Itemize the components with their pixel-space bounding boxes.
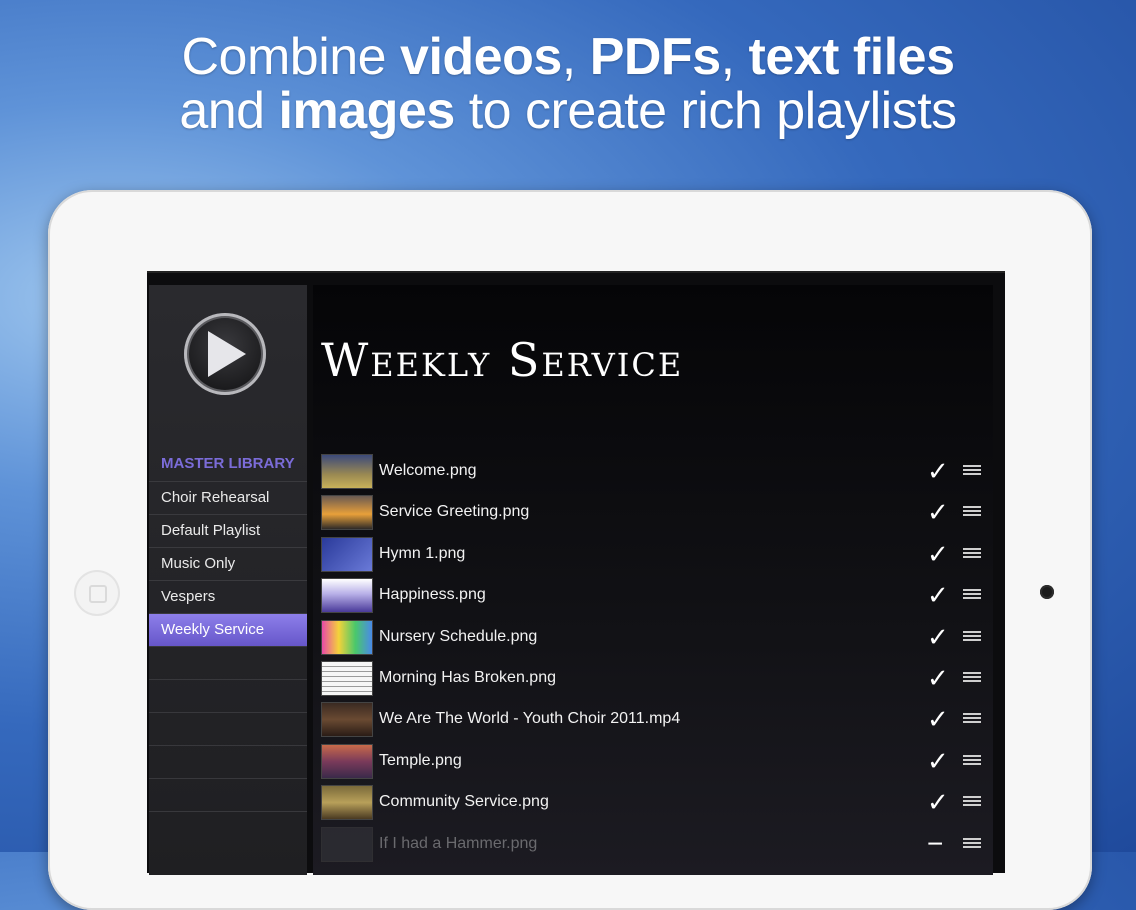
checkmark-icon[interactable]: ✓ [927, 787, 949, 817]
headline-text: , [561, 28, 590, 86]
drag-handle-icon[interactable] [963, 589, 981, 600]
item-label: Nursery Schedule.png [379, 627, 538, 645]
thumbnail-image [321, 454, 373, 489]
item-label: Hymn 1.png [379, 544, 466, 562]
item-label: Service Greeting.png [379, 503, 530, 521]
checkmark-icon[interactable]: ✓ [927, 746, 949, 776]
thumbnail-image [321, 660, 373, 696]
sidebar-empty-row [149, 646, 307, 679]
page-title: Weekly Service [321, 333, 684, 387]
checkmark-icon[interactable]: ✓ [927, 704, 949, 734]
drag-handle-icon[interactable] [963, 547, 981, 558]
headline-bold: PDFs [589, 28, 721, 86]
sidebar-empty-row [149, 745, 307, 778]
headline-bold: images [278, 82, 456, 140]
playlist-list: MASTER LIBRARY Choir Rehearsal Default P… [149, 447, 307, 844]
thumbnail-image [321, 785, 373, 821]
app-screen: MASTER LIBRARY Choir Rehearsal Default P… [147, 271, 1005, 875]
drag-handle-icon[interactable] [963, 506, 981, 517]
item-label: Welcome.png [379, 462, 477, 479]
sidebar-empty-row [149, 811, 307, 844]
item-label: Community Service.png [379, 793, 549, 811]
headline-text: to create rich playlists [454, 82, 957, 140]
headline-bold: videos [400, 28, 562, 86]
home-button-icon [89, 585, 107, 603]
sidebar-item-music-only[interactable]: Music Only [149, 547, 307, 580]
thumbnail-image [321, 578, 373, 614]
list-item[interactable]: Temple.png ✓ [321, 740, 983, 781]
playlist-panel: Weekly Service Welcome.png ✓ Service Gre… [313, 285, 993, 875]
sidebar-empty-row [149, 778, 307, 811]
checkmark-icon[interactable]: ✓ [927, 580, 949, 610]
list-item[interactable]: Welcome.png ✓ [321, 450, 983, 491]
drag-handle-icon[interactable] [963, 465, 981, 475]
list-item[interactable]: If I had a Hammer.png − [321, 823, 983, 864]
drag-handle-icon[interactable] [963, 713, 981, 724]
sidebar-empty-row [149, 712, 307, 745]
headline-line-1: Combine videos, PDFs, text files [0, 30, 1136, 84]
camera-icon [1040, 585, 1054, 599]
checkmark-icon[interactable]: ✓ [927, 456, 949, 486]
thumbnail-image [321, 495, 373, 531]
item-label: Morning Has Broken.png [379, 668, 556, 686]
headline-text: and [179, 82, 279, 140]
list-item[interactable]: Community Service.png ✓ [321, 781, 983, 822]
headline-text: , [720, 28, 749, 86]
list-item[interactable]: We Are The World - Youth Choir 2011.mp4 … [321, 698, 983, 739]
playlist-items: Welcome.png ✓ Service Greeting.png ✓ Hym… [321, 450, 983, 864]
drag-handle-icon[interactable] [963, 754, 981, 765]
headline-text: Combine [181, 28, 401, 86]
list-item[interactable]: Hymn 1.png ✓ [321, 533, 983, 574]
thumbnail-image [321, 702, 373, 738]
sidebar-empty-row [149, 679, 307, 712]
item-label: We Are The World - Youth Choir 2011.mp4 [379, 710, 681, 728]
checkmark-icon[interactable]: ✓ [927, 663, 949, 693]
drag-handle-icon[interactable] [963, 630, 981, 641]
sidebar-item-choir-rehearsal[interactable]: Choir Rehearsal [149, 481, 307, 514]
item-label: If I had a Hammer.png [379, 834, 538, 852]
headline: Combine videos, PDFs, text files and ima… [0, 30, 1136, 138]
checkmark-icon[interactable]: ✓ [927, 497, 949, 527]
list-item[interactable]: Nursery Schedule.png ✓ [321, 616, 983, 657]
sidebar: MASTER LIBRARY Choir Rehearsal Default P… [149, 285, 307, 875]
item-label: Happiness.png [379, 586, 486, 604]
list-item[interactable]: Morning Has Broken.png ✓ [321, 657, 983, 698]
item-label: Temple.png [379, 751, 462, 769]
home-button[interactable] [74, 570, 120, 616]
thumbnail-image [321, 536, 373, 572]
play-triangle-icon [208, 331, 246, 377]
headline-bold: text files [748, 28, 955, 86]
play-circle-icon [184, 313, 266, 395]
sidebar-header-master-library[interactable]: MASTER LIBRARY [149, 447, 307, 481]
sidebar-item-vespers[interactable]: Vespers [149, 580, 307, 613]
sidebar-item-weekly-service[interactable]: Weekly Service [149, 613, 307, 646]
list-item[interactable]: Happiness.png ✓ [321, 574, 983, 615]
drag-handle-icon[interactable] [963, 837, 981, 848]
thumbnail-image [321, 619, 373, 655]
list-item[interactable]: Service Greeting.png ✓ [321, 491, 983, 532]
drag-handle-icon[interactable] [963, 671, 981, 682]
drag-handle-icon[interactable] [963, 796, 981, 807]
sidebar-item-default-playlist[interactable]: Default Playlist [149, 514, 307, 547]
thumbnail-image [321, 826, 373, 862]
thumbnail-image [321, 743, 373, 779]
checkmark-icon[interactable]: ✓ [927, 539, 949, 569]
minus-icon[interactable]: − [927, 828, 943, 859]
checkmark-icon[interactable]: ✓ [927, 622, 949, 652]
headline-line-2: and images to create rich playlists [0, 84, 1136, 138]
